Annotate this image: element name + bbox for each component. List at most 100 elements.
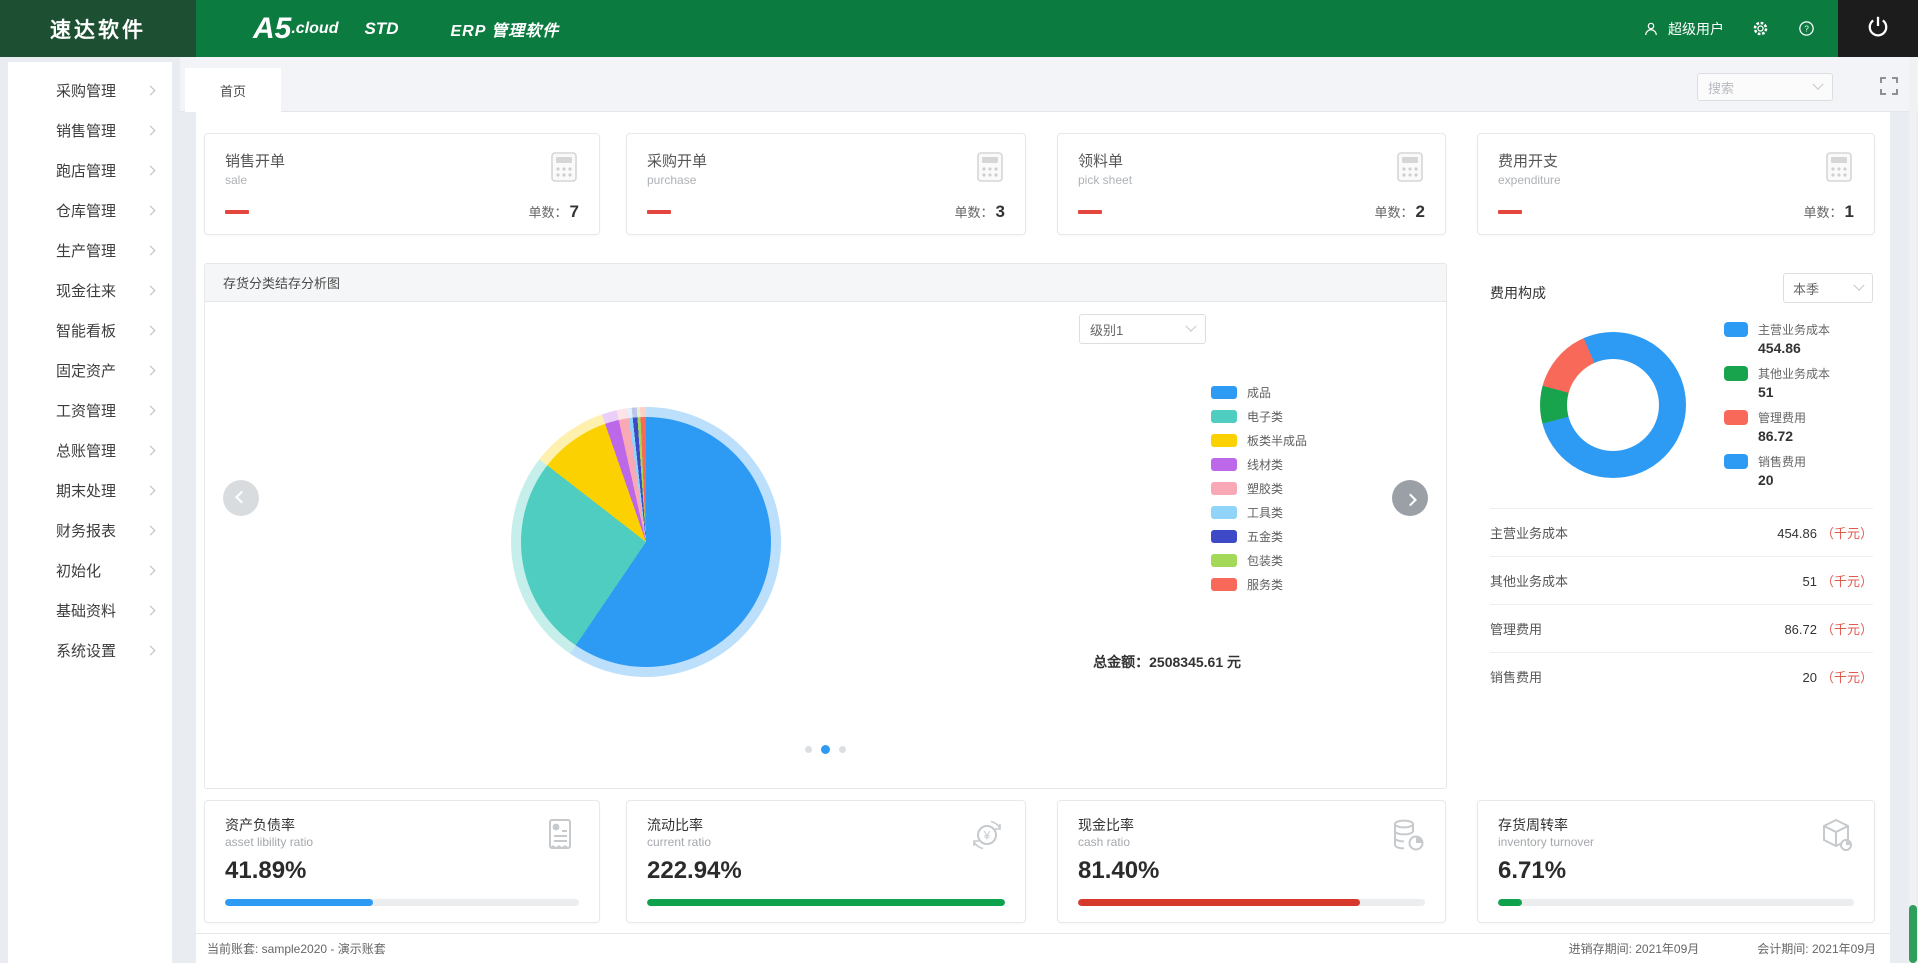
carousel-dot-active[interactable] [821, 745, 830, 754]
sidebar-item-9[interactable]: 总账管理 [8, 430, 172, 470]
coins-icon [1387, 815, 1427, 860]
inventory-pie-chart[interactable] [521, 417, 771, 667]
chevron-right-icon [146, 245, 156, 255]
ratio-card-title: 现金比率 [1078, 815, 1134, 835]
legend-swatch [1211, 458, 1237, 471]
chevron-right-icon [146, 165, 156, 175]
level-select[interactable]: 级别1 [1079, 314, 1206, 344]
brand-erp: ERP 管理软件 [450, 17, 559, 41]
red-dash-indicator [1078, 210, 1102, 214]
stat-card-title: 采购开单 [647, 150, 707, 171]
ratio-card-title: 存货周转率 [1498, 815, 1568, 835]
stat-card-sale[interactable]: 销售开单 sale 单数：7 [204, 133, 600, 235]
chevron-left-icon [235, 490, 248, 503]
expense-legend-item[interactable]: 其他业务成本 51 [1724, 365, 1830, 409]
sidebar-item-7[interactable]: 固定资产 [8, 350, 172, 390]
sidebar-item-11[interactable]: 财务报表 [8, 510, 172, 550]
legend-label: 主营业务成本 [1758, 321, 1830, 338]
red-dash-indicator [1498, 210, 1522, 214]
search-select[interactable]: 搜索 [1697, 73, 1833, 101]
sidebar-item-8[interactable]: 工资管理 [8, 390, 172, 430]
stat-card-pick-sheet[interactable]: 领料单 pick sheet 单数：2 [1057, 133, 1446, 235]
sidebar-item-6[interactable]: 智能看板 [8, 310, 172, 350]
expense-row-unit: （千元） [1821, 622, 1873, 637]
ratio-card-subtitle: current ratio [647, 835, 711, 849]
fullscreen-icon[interactable] [1878, 75, 1900, 97]
ratio-progress-bar [647, 899, 1005, 906]
pie-legend-item[interactable]: 服务类 [1211, 572, 1307, 596]
expense-rows: 主营业务成本 454.86（千元） 其他业务成本 51（千元） 管理费用 86.… [1490, 508, 1873, 700]
help-icon[interactable]: ? [1796, 17, 1816, 41]
tab-bar: 首页 搜索 [180, 57, 1918, 112]
sidebar-item-3[interactable]: 仓库管理 [8, 190, 172, 230]
carousel-dot[interactable] [805, 746, 812, 753]
logout-power-button[interactable] [1838, 0, 1918, 57]
expense-panel-title: 费用构成 [1490, 283, 1546, 303]
sidebar-item-13[interactable]: 基础资料 [8, 590, 172, 630]
chevron-right-icon [146, 405, 156, 415]
tab-home[interactable]: 首页 [185, 68, 281, 112]
settings-gear-icon[interactable] [1750, 17, 1770, 41]
pie-legend-item[interactable]: 电子类 [1211, 404, 1307, 428]
legend-label: 板类半成品 [1247, 432, 1307, 449]
ratio-card-subtitle: asset libility ratio [225, 835, 313, 849]
expense-legend-item[interactable]: 管理费用 86.72 [1724, 409, 1830, 453]
expense-row-unit: （千元） [1821, 574, 1873, 589]
legend-swatch [1211, 578, 1237, 591]
expense-composition-panel: 费用构成 本季 主营业务成本 454.86 其他业务成本 51 管理费用 86.… [1477, 263, 1875, 789]
ratio-card-value: 81.40% [1078, 857, 1159, 885]
expense-legend-item[interactable]: 主营业务成本 454.86 [1724, 321, 1830, 365]
user-menu[interactable]: 超级用户 [1641, 17, 1724, 41]
pie-legend-item[interactable]: 成品 [1211, 380, 1307, 404]
stat-card-subtitle: purchase [647, 173, 696, 187]
sidebar-item-label: 采购管理 [56, 80, 116, 101]
currency-rotate-icon: ¥ [967, 815, 1007, 860]
sidebar-item-2[interactable]: 跑店管理 [8, 150, 172, 190]
pie-legend-item[interactable]: 包装类 [1211, 548, 1307, 572]
ratio-card-value: 6.71% [1498, 857, 1566, 885]
scrollbar-thumb[interactable] [1909, 905, 1917, 963]
legend-label: 塑胶类 [1247, 480, 1283, 497]
stat-card-count: 单数：3 [955, 202, 1005, 222]
pie-legend-item[interactable]: 线材类 [1211, 452, 1307, 476]
carousel-prev-button[interactable] [223, 480, 259, 516]
pie-legend-item[interactable]: 塑胶类 [1211, 476, 1307, 500]
legend-swatch [1724, 366, 1748, 381]
page-scrollbar [1909, 57, 1917, 963]
legend-label: 五金类 [1247, 528, 1283, 545]
sidebar-item-label: 系统设置 [56, 640, 116, 661]
sidebar-item-14[interactable]: 系统设置 [8, 630, 172, 670]
carousel-next-button[interactable] [1392, 480, 1428, 516]
sidebar-item-12[interactable]: 初始化 [8, 550, 172, 590]
legend-swatch [1724, 410, 1748, 425]
pie-legend-item[interactable]: 工具类 [1211, 500, 1307, 524]
expense-row-label: 管理费用 [1490, 619, 1542, 638]
brand-a5: A5 [253, 12, 291, 46]
sidebar-item-10[interactable]: 期末处理 [8, 470, 172, 510]
red-dash-indicator [225, 210, 249, 214]
search-placeholder: 搜索 [1708, 78, 1734, 97]
sidebar-item-label: 智能看板 [56, 320, 116, 341]
pie-legend-item[interactable]: 板类半成品 [1211, 428, 1307, 452]
stat-card-count: 单数：7 [529, 202, 579, 222]
legend-swatch [1211, 554, 1237, 567]
legend-label: 包装类 [1247, 552, 1283, 569]
legend-swatch [1211, 530, 1237, 543]
ratio-progress-bar [1078, 899, 1425, 906]
sidebar-item-5[interactable]: 现金往来 [8, 270, 172, 310]
pie-legend-item[interactable]: 五金类 [1211, 524, 1307, 548]
stat-card-subtitle: sale [225, 173, 247, 187]
carousel-dot[interactable] [839, 746, 846, 753]
sidebar-item-1[interactable]: 销售管理 [8, 110, 172, 150]
sidebar-item-4[interactable]: 生产管理 [8, 230, 172, 270]
chevron-down-icon [1812, 79, 1823, 90]
ratio-card-asset-libility-ratio: 资产负债率 asset libility ratio 41.89% [204, 800, 600, 923]
expense-donut-chart[interactable] [1540, 332, 1686, 478]
stat-card-expenditure[interactable]: 费用开支 expenditure 单数：1 [1477, 133, 1875, 235]
header-actions: 超级用户 ? [1641, 0, 1838, 57]
sidebar-item-0[interactable]: 采购管理 [8, 70, 172, 110]
stat-card-purchase[interactable]: 采购开单 purchase 单数：3 [626, 133, 1026, 235]
period-select[interactable]: 本季 [1783, 273, 1873, 303]
sidebar-item-label: 基础资料 [56, 600, 116, 621]
expense-legend-item[interactable]: 销售费用 20 [1724, 453, 1830, 497]
